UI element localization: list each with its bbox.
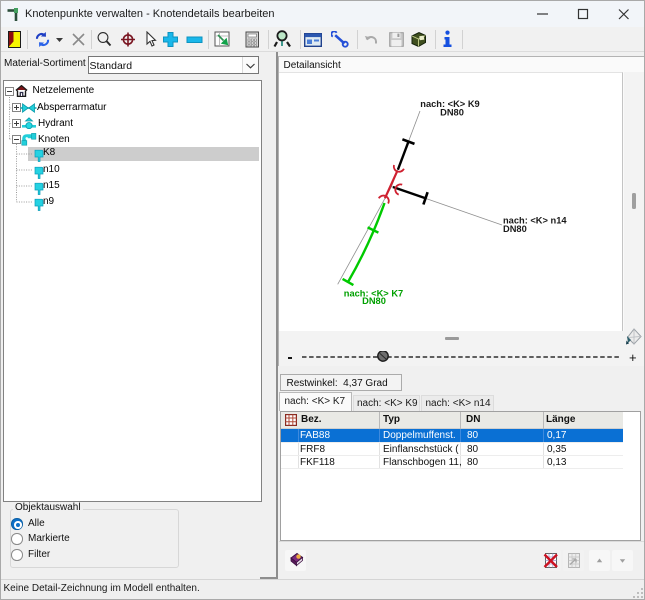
svg-text:DN80: DN80 — [503, 224, 527, 234]
svg-text:DN80: DN80 — [440, 108, 464, 118]
svg-text:DN80: DN80 — [362, 296, 386, 306]
